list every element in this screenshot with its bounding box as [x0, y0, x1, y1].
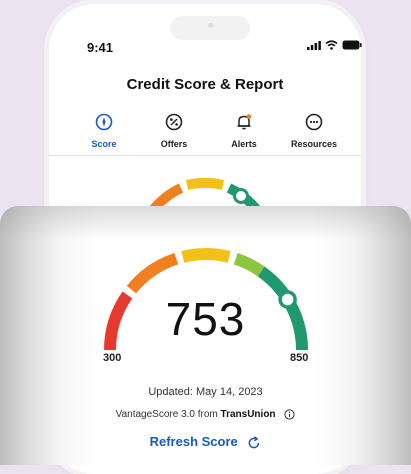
tab-bar: Score Offers Alerts Resources [69, 112, 349, 149]
gauge-max-label: 850 [290, 352, 309, 364]
score-card: 753 300 850 Updated: May 14, 2023 Vantag… [0, 206, 411, 465]
gauge-segment-orange [126, 252, 179, 294]
gauge-segment-yellow [181, 248, 231, 263]
tabs-divider [49, 155, 361, 156]
tab-offers-label: Offers [160, 139, 188, 149]
more-icon [305, 113, 323, 131]
tab-score-label: Score [91, 139, 117, 149]
dynamic-island [170, 16, 250, 40]
tab-resources-label: Resources [290, 139, 338, 149]
gauge-min-label: 300 [103, 352, 122, 364]
credit-score-value: 753 [165, 293, 246, 345]
info-icon[interactable] [284, 409, 295, 420]
tab-alerts[interactable]: Alerts [209, 112, 279, 149]
wifi-icon [325, 40, 338, 50]
score-model-line: VantageScore 3.0 from TransUnion [0, 409, 411, 420]
gauge-segment-light-green [233, 252, 265, 277]
battery-icon [342, 40, 362, 50]
signal-icon [307, 40, 321, 50]
tab-offers[interactable]: Offers [139, 112, 209, 149]
compass-icon [95, 113, 113, 131]
bell-icon [237, 114, 252, 130]
status-icons [307, 40, 362, 50]
tab-resources[interactable]: Resources [279, 112, 349, 149]
tab-alerts-label: Alerts [231, 139, 257, 149]
percent-icon [165, 113, 183, 131]
score-model: VantageScore 3.0 from [115, 409, 221, 421]
refresh-score-label: Refresh Score [149, 434, 238, 449]
tab-score[interactable]: Score [69, 112, 139, 149]
refresh-score-button[interactable]: Refresh Score [0, 434, 411, 450]
bureau-name: TransUnion [220, 409, 276, 421]
status-time: 9:41 [87, 40, 114, 55]
refresh-icon [248, 435, 260, 448]
updated-date: Updated: May 14, 2023 [148, 386, 263, 398]
page-title: Credit Score & Report [126, 76, 284, 93]
